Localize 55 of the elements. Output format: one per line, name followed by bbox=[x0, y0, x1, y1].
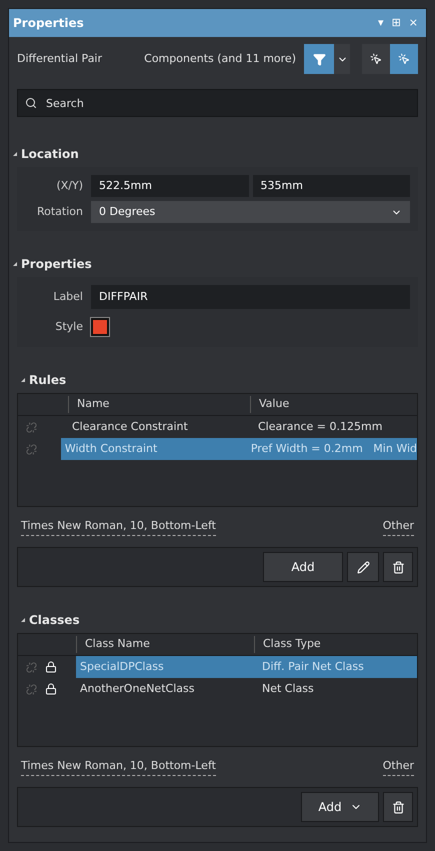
expand-arrow-icon[interactable] bbox=[13, 262, 17, 266]
other-link[interactable]: Other bbox=[382, 518, 414, 536]
filter-button[interactable] bbox=[304, 44, 334, 74]
table-row[interactable]: AnotherOneNetClass Net Class bbox=[76, 678, 417, 700]
filter-icon bbox=[312, 52, 326, 66]
lock-icon[interactable] bbox=[45, 683, 57, 695]
table-cell-text: SpecialDPClass bbox=[79, 658, 165, 675]
pencil-icon bbox=[356, 560, 370, 574]
delete-button[interactable] bbox=[383, 552, 413, 582]
select-cursor-icon bbox=[398, 53, 410, 65]
section-title: Properties bbox=[21, 256, 92, 273]
table-cell-text: Diff. Pair Net Class bbox=[261, 658, 364, 675]
field-label: Rotation bbox=[36, 204, 84, 220]
field-label: (X/Y) bbox=[55, 178, 84, 194]
section-title: Classes bbox=[29, 612, 80, 629]
color-swatch[interactable] bbox=[91, 318, 109, 336]
search-icon bbox=[25, 97, 37, 109]
rotation-dropdown[interactable]: 0 Degrees bbox=[91, 201, 410, 223]
table-cell-text: Clearance = 0.125mm bbox=[257, 418, 382, 435]
font-link[interactable]: Times New Roman, 10, Bottom-Left bbox=[21, 518, 216, 536]
object-type: Differential Pair bbox=[17, 50, 102, 67]
search-field[interactable]: Search bbox=[17, 89, 418, 117]
window-title: Properties bbox=[13, 15, 84, 32]
font-link[interactable]: Times New Roman, 10, Bottom-Left bbox=[21, 758, 216, 776]
section-title: Rules bbox=[29, 372, 66, 389]
expand-arrow-icon[interactable] bbox=[13, 152, 17, 156]
edit-button[interactable] bbox=[347, 552, 379, 582]
trash-icon bbox=[392, 560, 404, 574]
add-button[interactable]: Add bbox=[263, 552, 343, 582]
table-cell-text: AnotherOneNetClass bbox=[79, 680, 196, 697]
column-header[interactable]: Name bbox=[68, 396, 250, 413]
field-label: Style bbox=[54, 318, 84, 335]
table-cell-text: Net Class bbox=[261, 680, 314, 697]
table-cell-text: Clearance Constraint bbox=[71, 418, 189, 435]
lock-icon[interactable] bbox=[45, 661, 57, 673]
filter-summary: Components (and 11 more) bbox=[144, 50, 296, 67]
trash-icon bbox=[392, 800, 404, 814]
column-header[interactable]: Class Name bbox=[76, 636, 254, 653]
table-cell-text: Width Constraint bbox=[64, 440, 158, 457]
delete-button[interactable] bbox=[383, 792, 413, 822]
table-row[interactable]: Clearance Constraint Clearance = 0.125mm bbox=[68, 416, 417, 438]
expand-arrow-icon[interactable] bbox=[21, 378, 25, 382]
other-link[interactable]: Other bbox=[382, 758, 414, 776]
expand-arrow-icon[interactable] bbox=[21, 618, 25, 622]
select-button[interactable] bbox=[362, 44, 390, 74]
x-field[interactable]: 522.5mm bbox=[91, 175, 248, 197]
section-title: Location bbox=[21, 146, 79, 163]
select-cursor-icon bbox=[370, 53, 382, 65]
label-field[interactable]: DIFFPAIR bbox=[91, 285, 410, 309]
field-label: Label bbox=[52, 288, 84, 305]
column-header[interactable]: Value bbox=[250, 396, 290, 413]
y-field[interactable]: 535mm bbox=[252, 175, 410, 197]
add-button[interactable]: Add bbox=[301, 792, 379, 822]
table-cell-text: Pref Width = 0.2mm Min Wid bbox=[250, 440, 417, 457]
column-header[interactable]: Class Type bbox=[254, 636, 321, 653]
